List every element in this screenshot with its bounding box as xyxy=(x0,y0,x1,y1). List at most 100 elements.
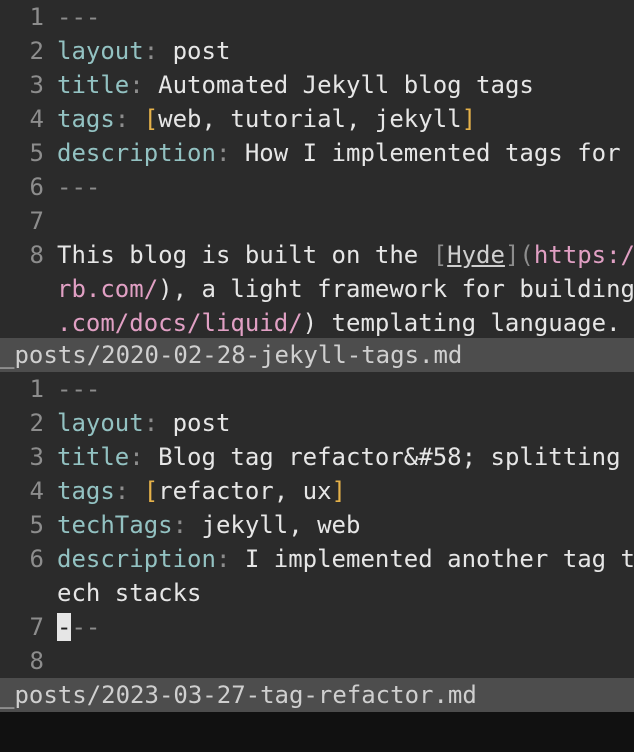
editor-line[interactable]: 8 This blog is built on the [Hyde](https:… xyxy=(0,238,634,272)
line-number: 2 xyxy=(29,37,44,65)
line-text[interactable]: tags: [web, tutorial, jekyll] xyxy=(57,102,476,136)
code-token: : xyxy=(114,105,144,133)
code-token: ]( xyxy=(504,241,534,269)
editor-line[interactable]: 5 description: How I implemented tags for… xyxy=(0,136,634,170)
editor-line[interactable]: 8 xyxy=(0,644,634,678)
code-token: rb.com/ xyxy=(57,275,159,303)
editor-line[interactable]: ech stacks xyxy=(0,576,634,610)
code-token: title xyxy=(57,71,130,99)
editor-line[interactable]: 2 layout: post xyxy=(0,34,634,68)
editor-line[interactable]: 4 tags: [web, tutorial, jekyll] xyxy=(0,102,634,136)
code-token: post xyxy=(172,37,231,65)
editor-lines[interactable]: 1 --- 2 layout: post 3 title: Blog tag refact… xyxy=(0,372,634,678)
status-line-top[interactable]: _posts/2020-02-28-jekyll-tags.md xyxy=(0,338,634,372)
line-number: 3 xyxy=(29,443,44,471)
editor-pane-bottom[interactable]: 1 --- 2 layout: post 3 title: Blog tag refact… xyxy=(0,372,634,678)
editor-line[interactable]: 7 --- xyxy=(0,610,634,644)
code-token: description xyxy=(57,139,216,167)
code-token: [ xyxy=(432,241,448,269)
code-token: [ xyxy=(143,477,159,505)
code-token: Hyde xyxy=(447,241,505,269)
code-token: Blog tag refactor&#58; splitting xyxy=(158,443,634,471)
line-text[interactable]: --- xyxy=(57,170,100,204)
code-token: --- xyxy=(57,173,101,201)
code-token: --- xyxy=(57,375,101,403)
code-token: How I implemented tags for th xyxy=(244,139,634,167)
line-text[interactable]: layout: post xyxy=(57,34,230,68)
line-text[interactable]: --- xyxy=(57,372,100,406)
line-text[interactable]: --- xyxy=(57,610,100,644)
code-token: jekyll, web xyxy=(201,511,361,539)
editor-pane-top[interactable]: 1 --- 2 layout: post 3 title: Automated Jekyl… xyxy=(0,0,634,338)
editor-line[interactable]: 4 tags: [refactor, ux] xyxy=(0,474,634,508)
line-number: 4 xyxy=(29,105,44,133)
line-text[interactable]: title: Automated Jekyll blog tags xyxy=(57,68,534,102)
line-text[interactable]: layout: post xyxy=(57,406,230,440)
line-number: 7 xyxy=(29,613,44,641)
code-token: https://g xyxy=(533,241,634,269)
code-token: This blog is built on the xyxy=(57,241,433,269)
editor-line[interactable]: 2 layout: post xyxy=(0,406,634,440)
code-token: ech stacks xyxy=(57,579,202,607)
code-token: description xyxy=(57,545,216,573)
line-text[interactable]: This blog is built on the [Hyde](https:/… xyxy=(57,238,634,272)
code-token: layout xyxy=(57,37,144,65)
command-line[interactable] xyxy=(0,712,634,752)
editor-line[interactable]: rb.com/), a light framework for building… xyxy=(0,272,634,306)
code-token: I implemented another tag typ xyxy=(244,545,634,573)
code-token: : xyxy=(129,71,159,99)
code-token: : xyxy=(143,37,173,65)
line-number: 8 xyxy=(29,241,44,269)
code-token: : xyxy=(143,409,173,437)
line-text[interactable]: --- xyxy=(57,0,100,34)
code-token: Automated Jekyll blog tags xyxy=(158,71,534,99)
code-token: .com/docs/liquid/ xyxy=(57,309,303,337)
line-number: 7 xyxy=(29,207,44,235)
line-number: 4 xyxy=(29,477,44,505)
line-text[interactable]: ech stacks xyxy=(57,576,202,610)
editor-line[interactable]: 5 techTags: jekyll, web xyxy=(0,508,634,542)
code-token: : xyxy=(215,139,245,167)
code-token: -- xyxy=(71,613,101,641)
code-token: ), a light framework for building s xyxy=(158,275,634,303)
code-token: techTags xyxy=(57,511,173,539)
editor-lines[interactable]: 1 --- 2 layout: post 3 title: Automated Jekyl… xyxy=(0,0,634,338)
status-line-bottom[interactable]: _posts/2023-03-27-tag-refactor.md xyxy=(0,678,634,712)
line-number: 5 xyxy=(29,139,44,167)
line-text[interactable]: .com/docs/liquid/) templating language. … xyxy=(57,306,634,338)
editor-line[interactable]: 3 title: Automated Jekyll blog tags xyxy=(0,68,634,102)
line-number: 1 xyxy=(29,3,44,31)
editor-line[interactable]: 1 --- xyxy=(0,0,634,34)
editor-line[interactable]: 3 title: Blog tag refactor&#58; splitting… xyxy=(0,440,634,474)
editor-line[interactable]: 6 description: I implemented another tag … xyxy=(0,542,634,576)
code-token: : xyxy=(129,443,159,471)
line-text[interactable]: description: How I implemented tags for … xyxy=(57,136,634,170)
line-text[interactable]: rb.com/), a light framework for building… xyxy=(57,272,634,306)
line-text[interactable]: techTags: jekyll, web xyxy=(57,508,360,542)
editor-line[interactable]: 6 --- xyxy=(0,170,634,204)
code-token: tags xyxy=(57,477,115,505)
editor-line[interactable]: .com/docs/liquid/) templating language. … xyxy=(0,306,634,338)
editor-line[interactable]: 7 xyxy=(0,204,634,238)
code-token: : xyxy=(215,545,245,573)
line-text[interactable]: description: I implemented another tag t… xyxy=(57,542,634,576)
line-number: 6 xyxy=(29,173,44,201)
line-number: 2 xyxy=(29,409,44,437)
line-text[interactable]: tags: [refactor, ux] xyxy=(57,474,346,508)
line-number: 6 xyxy=(29,545,44,573)
line-number: 3 xyxy=(29,71,44,99)
line-number: 1 xyxy=(29,375,44,403)
code-token: : xyxy=(114,477,144,505)
code-token: title xyxy=(57,443,130,471)
line-text[interactable]: title: Blog tag refactor&#58; splitting … xyxy=(57,440,634,474)
code-token: ] xyxy=(331,477,346,505)
code-token: post xyxy=(172,409,231,437)
code-token: web, tutorial, jekyll xyxy=(158,105,462,133)
code-token: ) templating language. If xyxy=(302,309,634,337)
line-number: 5 xyxy=(29,511,44,539)
line-number: 8 xyxy=(29,647,44,675)
editor-line[interactable]: 1 --- xyxy=(0,372,634,406)
code-token: [ xyxy=(143,105,159,133)
text-cursor: - xyxy=(57,613,72,641)
code-token: --- xyxy=(57,3,101,31)
